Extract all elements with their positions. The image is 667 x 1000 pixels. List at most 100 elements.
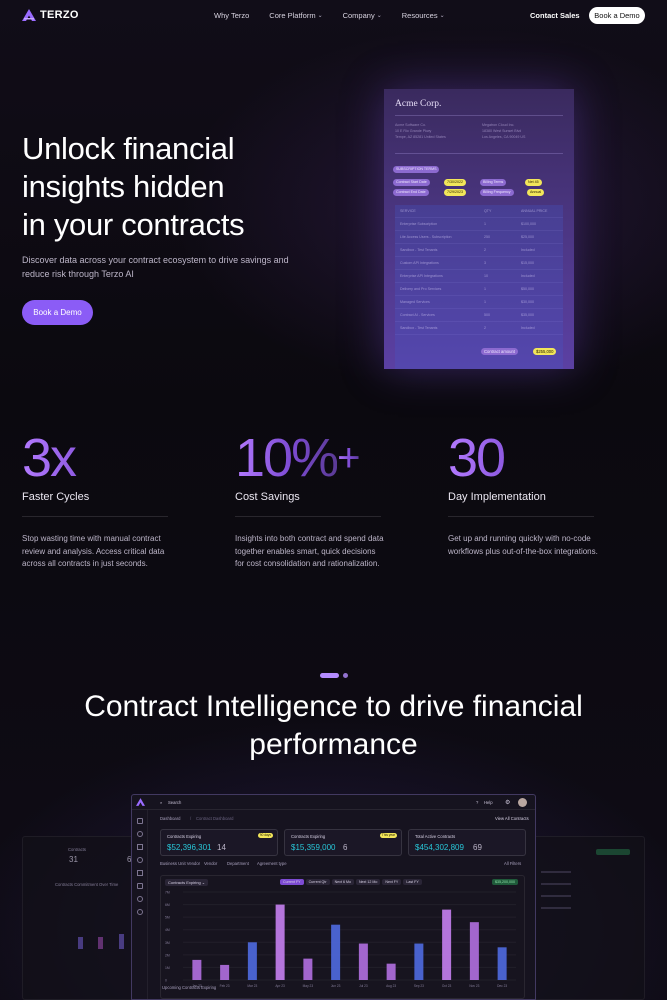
- x-tick-label: Jun 23: [331, 984, 341, 988]
- filter-agreement-type[interactable]: Agreement type: [257, 861, 287, 866]
- help-menu[interactable]: Help: [484, 800, 493, 805]
- kpi-card-expiring-90[interactable]: Contracts Expiring 90 days $52,396,301 1…: [160, 829, 278, 856]
- stat-description: Get up and running quickly with no-code …: [448, 534, 598, 556]
- y-tick-label: 6M: [165, 903, 170, 907]
- table-cell: Delivery and Pro Services: [400, 287, 442, 291]
- chart-bar[interactable]: [275, 904, 285, 980]
- filter-vendor[interactable]: Vendor: [204, 861, 217, 866]
- nav-why-terzo-label: Why Terzo: [214, 11, 250, 20]
- x-tick-label: Feb 23: [220, 984, 230, 988]
- sidebar-icon[interactable]: [137, 883, 143, 889]
- sidebar-icon[interactable]: [137, 896, 143, 902]
- table-row: Enterprise API Integrations 10 Included: [395, 270, 563, 283]
- kpi-label: Contracts Expiring: [167, 834, 202, 839]
- table-cell: Included: [521, 326, 535, 330]
- address-line: Tempe, AZ 85281 United States: [395, 135, 446, 139]
- sidebar-icon[interactable]: [137, 870, 143, 876]
- carousel-dot[interactable]: [343, 673, 348, 678]
- chart-bar[interactable]: [331, 924, 341, 980]
- expiring-contracts-bar-chart: 7M6M5M4M3M2M1M0Jan 23 Feb 23 Mar 23 Apr 23 M…: [165, 891, 516, 988]
- book-demo-nav-button[interactable]: Book a Demo: [589, 7, 645, 24]
- search-icon[interactable]: ⌕: [160, 800, 162, 805]
- kpi-label: Total Active Contracts: [415, 834, 456, 839]
- chart-bar[interactable]: [469, 922, 479, 980]
- book-demo-hero-button[interactable]: Book a Demo: [22, 300, 93, 325]
- terzo-logo-icon: [22, 9, 36, 21]
- divider: [448, 516, 594, 517]
- x-tick-label: Aug 23: [386, 984, 396, 988]
- kpi-value: $454,302,809: [415, 843, 464, 852]
- sidebar-icon[interactable]: [137, 831, 143, 837]
- help-icon[interactable]: ?: [476, 800, 478, 805]
- breadcrumb-current: Contract Dashboard: [196, 816, 234, 821]
- start-date-value: 7/30/2022: [444, 179, 466, 186]
- breadcrumb-dashboard[interactable]: Dashboard: [160, 816, 181, 821]
- dashboard-search[interactable]: Search: [168, 800, 181, 805]
- stat-faster-cycles: 3x Faster Cycles Stop wasting time with …: [22, 430, 172, 571]
- table-cell: $25,000: [521, 235, 534, 239]
- nav-core-platform[interactable]: Core Platform ⌄: [269, 11, 322, 20]
- contract-company-name: Acme Corp.: [395, 99, 442, 109]
- kpi-badge: This year: [379, 833, 397, 838]
- kpi-badge: 90 days: [257, 833, 273, 838]
- contact-sales-link[interactable]: Contact Sales: [530, 11, 580, 20]
- table-cell: $50,000: [521, 287, 534, 291]
- stat-number: 3x: [22, 430, 172, 486]
- dashboard-sidebar: [132, 810, 148, 999]
- x-tick-label: Apr 23: [275, 984, 285, 988]
- sidebar-icon[interactable]: [137, 857, 143, 863]
- panel-value: 31: [69, 855, 78, 864]
- stat-label: Cost Savings: [235, 491, 300, 503]
- end-date-label: Contract End Date: [393, 189, 429, 196]
- x-tick-label: May 23: [303, 984, 314, 988]
- filter-business-unit[interactable]: Business Unit Vendor: [160, 861, 200, 866]
- kpi-card-expiring-year[interactable]: Contracts Expiring This year $15,359,000…: [284, 829, 402, 856]
- kpi-card-active[interactable]: Total Active Contracts $454,302,809 69: [408, 829, 526, 856]
- party-left-address: Acme Software Co. 10 E Rio Grande Pkwy T…: [395, 122, 446, 140]
- chart-bar[interactable]: [358, 943, 368, 980]
- carousel-dot-active[interactable]: [320, 673, 339, 678]
- start-date-label: Contract Start Date: [393, 179, 430, 186]
- filter-department[interactable]: Department: [227, 861, 249, 866]
- nav-company[interactable]: Company ⌄: [343, 11, 382, 20]
- chart-bar[interactable]: [386, 963, 396, 980]
- avatar[interactable]: [518, 798, 527, 807]
- breadcrumb-separator: /: [190, 816, 192, 821]
- table-cell: 2: [484, 326, 486, 330]
- chart-bar[interactable]: [497, 947, 507, 980]
- services-table: SERVICE QTY ANNUAL PRICE Enterprise Subs…: [395, 205, 563, 369]
- chart-panel: Contracts Expiring ⌄ Current FY Current Q…: [160, 875, 525, 999]
- table-row: Sandbox - Test Tenants 2 Included: [395, 322, 563, 335]
- chevron-down-icon: ⌄: [439, 13, 445, 19]
- sidebar-icon[interactable]: [137, 844, 143, 850]
- chart-bar[interactable]: [414, 943, 424, 980]
- view-all-contracts-link[interactable]: View All Contracts: [495, 816, 529, 821]
- table-cell: 1: [484, 300, 486, 304]
- ghost-bar: [98, 937, 103, 949]
- table-row: Sandbox - Test Tenants 2 Included: [395, 244, 563, 257]
- nav-why-terzo[interactable]: Why Terzo: [214, 11, 249, 20]
- chart-bar[interactable]: [220, 964, 230, 980]
- hero-title: Unlock financial insights hidden in your…: [22, 130, 342, 244]
- divider: [395, 115, 563, 116]
- all-filters-button[interactable]: All Filters: [504, 861, 521, 866]
- chart-bar[interactable]: [303, 958, 313, 980]
- col-header: SERVICE: [400, 209, 416, 213]
- chart-bar[interactable]: [247, 942, 257, 980]
- kpi-count: 69: [473, 843, 482, 852]
- nav-resources[interactable]: Resources ⌄: [402, 11, 445, 20]
- sidebar-icon[interactable]: [137, 909, 143, 915]
- left-background-panel: Contracts 31 6 Contracts Commitment Over…: [22, 836, 134, 1000]
- stat-number-row: 10% +: [235, 430, 385, 486]
- y-tick-label: 3M: [165, 941, 170, 945]
- chart-bar[interactable]: [442, 909, 452, 980]
- divider: [395, 153, 563, 154]
- chart-bar[interactable]: [192, 959, 202, 980]
- ghost-line: [541, 883, 571, 885]
- terzo-logo[interactable]: TERZO: [22, 9, 79, 21]
- y-tick-label: 1M: [165, 966, 170, 970]
- gear-icon[interactable]: ⚙: [505, 799, 510, 806]
- sidebar-icon[interactable]: [137, 818, 143, 824]
- stat-label: Faster Cycles: [22, 491, 90, 503]
- table-cell: $30,000: [521, 300, 534, 304]
